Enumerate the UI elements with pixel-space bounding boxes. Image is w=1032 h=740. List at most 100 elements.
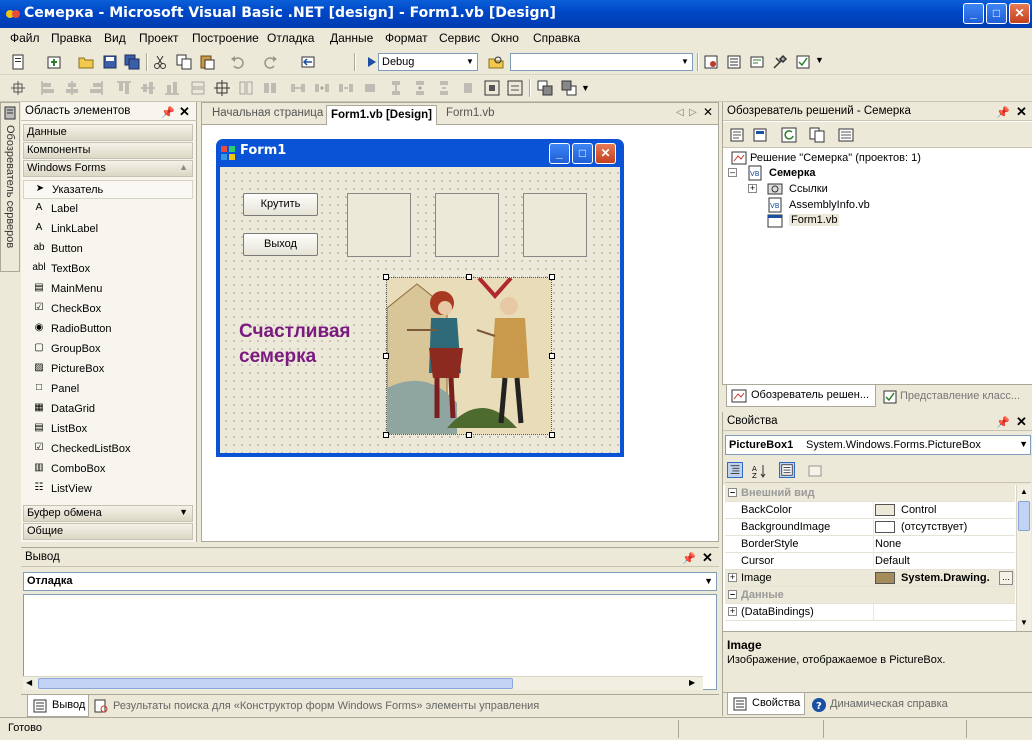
toolbox-item[interactable]: ☷ ListView bbox=[23, 480, 193, 499]
property-row[interactable]: Cursor Default bbox=[725, 553, 1015, 570]
save-icon[interactable] bbox=[102, 54, 118, 70]
form1-window[interactable]: Form1 _ □ ✕ Крутить Выход Счастливая сем… bbox=[216, 139, 624, 457]
toolbox-item[interactable]: ☑ CheckedListBox bbox=[23, 440, 193, 459]
refresh-icon[interactable] bbox=[781, 127, 797, 143]
toolbox-item[interactable]: ◉ RadioButton bbox=[23, 320, 193, 339]
close-icon[interactable]: ✕ bbox=[1016, 104, 1027, 120]
tab-properties[interactable]: Свойства bbox=[727, 693, 805, 715]
solution-config-combo[interactable]: Debug ▼ bbox=[378, 53, 478, 71]
menu-window[interactable]: Окно bbox=[491, 31, 519, 45]
close-icon[interactable]: ✕ bbox=[1016, 414, 1027, 430]
remove-vertical-spacing-icon[interactable] bbox=[460, 80, 476, 96]
toolbar-overflow-icon[interactable]: ▼ bbox=[815, 55, 824, 65]
toolbox-item[interactable]: ▨ PictureBox bbox=[23, 360, 193, 379]
view-code-icon[interactable] bbox=[729, 127, 745, 143]
scroll-down-icon[interactable]: ▼ bbox=[179, 507, 188, 517]
pin-icon[interactable]: 📌 bbox=[996, 416, 1010, 429]
picturebox-slot-3[interactable] bbox=[523, 193, 587, 257]
properties-window-icon[interactable] bbox=[726, 54, 742, 70]
form-close-button[interactable]: ✕ bbox=[595, 143, 616, 164]
show-all-files-icon[interactable] bbox=[809, 127, 825, 143]
picturebox-slot-1[interactable] bbox=[347, 193, 411, 257]
send-to-back-icon[interactable] bbox=[561, 80, 577, 96]
decrease-vertical-spacing-icon[interactable] bbox=[436, 80, 452, 96]
resize-handle[interactable] bbox=[383, 432, 389, 438]
scroll-down-icon[interactable]: ▼ bbox=[1020, 618, 1028, 627]
align-center-icon[interactable] bbox=[64, 80, 80, 96]
toolbox-category-general[interactable]: Общие bbox=[23, 523, 193, 540]
scrollbar-thumb[interactable] bbox=[1018, 501, 1030, 531]
menu-help[interactable]: Справка bbox=[533, 31, 580, 45]
menu-format[interactable]: Формат bbox=[385, 31, 428, 45]
resize-handle[interactable] bbox=[549, 432, 555, 438]
property-row[interactable]: BackgroundImage (отсутствует) bbox=[725, 519, 1015, 536]
tab-class-view[interactable]: Представление класс... bbox=[900, 390, 1020, 402]
resize-handle[interactable] bbox=[383, 353, 389, 359]
class-view-icon[interactable] bbox=[795, 54, 811, 70]
toolbox-item[interactable]: A LinkLabel bbox=[23, 220, 193, 239]
make-same-size-icon[interactable] bbox=[238, 80, 254, 96]
collapse-icon[interactable]: – bbox=[728, 168, 737, 177]
increase-spacing-icon[interactable] bbox=[314, 80, 330, 96]
happy-seven-label[interactable]: Счастливая семерка bbox=[239, 319, 351, 369]
center-vertically-icon[interactable] bbox=[507, 80, 523, 96]
close-button[interactable]: ✕ bbox=[1009, 3, 1030, 24]
toolbox-item[interactable]: abl TextBox bbox=[23, 260, 193, 279]
expand-icon[interactable]: + bbox=[728, 573, 737, 582]
form-maximize-button[interactable]: □ bbox=[572, 143, 593, 164]
form-client-area[interactable]: Крутить Выход Счастливая семерка bbox=[220, 167, 620, 453]
tree-project[interactable]: Семерка bbox=[769, 167, 816, 179]
resize-handle[interactable] bbox=[466, 432, 472, 438]
remove-spacing-icon[interactable] bbox=[362, 80, 378, 96]
tab-solution-explorer[interactable]: Обозреватель решен... bbox=[726, 385, 876, 407]
align-right-icon[interactable] bbox=[88, 80, 104, 96]
tree-assemblyinfo[interactable]: AssemblyInfo.vb bbox=[789, 199, 870, 211]
resize-handle[interactable] bbox=[549, 353, 555, 359]
align-to-grid-icon[interactable] bbox=[10, 80, 26, 96]
toolbox-category-components[interactable]: Компоненты bbox=[23, 142, 193, 159]
property-grid-scrollbar[interactable]: ▲ ▼ bbox=[1016, 485, 1031, 631]
browse-button[interactable]: ... bbox=[999, 571, 1013, 585]
find-in-files-icon[interactable] bbox=[488, 54, 504, 70]
object-browser-icon[interactable] bbox=[749, 54, 765, 70]
resize-handle[interactable] bbox=[383, 274, 389, 280]
add-item-icon[interactable] bbox=[46, 54, 62, 70]
make-same-height-icon[interactable] bbox=[262, 80, 278, 96]
pin-icon[interactable]: 📌 bbox=[996, 106, 1010, 119]
server-explorer-tab[interactable]: Обозреватель серверов bbox=[0, 102, 20, 272]
decrease-spacing-icon[interactable] bbox=[338, 80, 354, 96]
toolbox-item[interactable]: ▤ MainMenu bbox=[23, 280, 193, 299]
toolbox-icon[interactable] bbox=[772, 54, 788, 70]
menu-data[interactable]: Данные bbox=[330, 31, 373, 45]
spin-button[interactable]: Крутить bbox=[243, 193, 318, 216]
collapse-icon[interactable]: – bbox=[728, 488, 737, 497]
picturebox-slot-2[interactable] bbox=[435, 193, 499, 257]
toolbox-item[interactable]: A Label bbox=[23, 200, 193, 219]
scroll-right-icon[interactable]: ▶ bbox=[689, 678, 695, 687]
picturebox1[interactable] bbox=[386, 276, 552, 435]
find-combo[interactable]: ▼ bbox=[510, 53, 693, 71]
paste-icon[interactable] bbox=[199, 54, 215, 70]
properties-view-icon[interactable] bbox=[779, 462, 795, 478]
toolbar-overflow-icon[interactable]: ▼ bbox=[581, 83, 590, 93]
menu-tools[interactable]: Сервис bbox=[439, 31, 480, 45]
property-category-data[interactable]: – Данные bbox=[725, 587, 1015, 604]
property-row[interactable]: BackColor Control bbox=[725, 502, 1015, 519]
increase-vertical-spacing-icon[interactable] bbox=[412, 80, 428, 96]
align-bottom-icon[interactable] bbox=[164, 80, 180, 96]
property-row[interactable]: +... Image System.Drawing. bbox=[725, 570, 1015, 587]
toolbox-category-clipboard[interactable]: Буфер обмена ▼ bbox=[23, 505, 193, 522]
toolbox-item[interactable]: ▦ DataGrid bbox=[23, 400, 193, 419]
toolbox-item[interactable]: ☑ CheckBox bbox=[23, 300, 193, 319]
tree-form1[interactable]: Form1.vb bbox=[789, 214, 840, 226]
undo-icon[interactable] bbox=[230, 54, 246, 70]
resize-handle[interactable] bbox=[549, 274, 555, 280]
open-folder-icon[interactable] bbox=[78, 54, 94, 70]
tree-references[interactable]: Ссылки bbox=[789, 183, 828, 195]
tab-search-results[interactable]: Результаты поиска для «Конструктор форм … bbox=[113, 700, 539, 712]
output-pane-selector[interactable]: Отладка ▼ bbox=[23, 572, 717, 591]
redo-icon[interactable] bbox=[262, 54, 278, 70]
categorized-icon[interactable] bbox=[727, 462, 743, 478]
tab-form1-design[interactable]: Form1.vb [Design] bbox=[326, 105, 437, 125]
close-document-icon[interactable]: ✕ bbox=[703, 105, 713, 119]
